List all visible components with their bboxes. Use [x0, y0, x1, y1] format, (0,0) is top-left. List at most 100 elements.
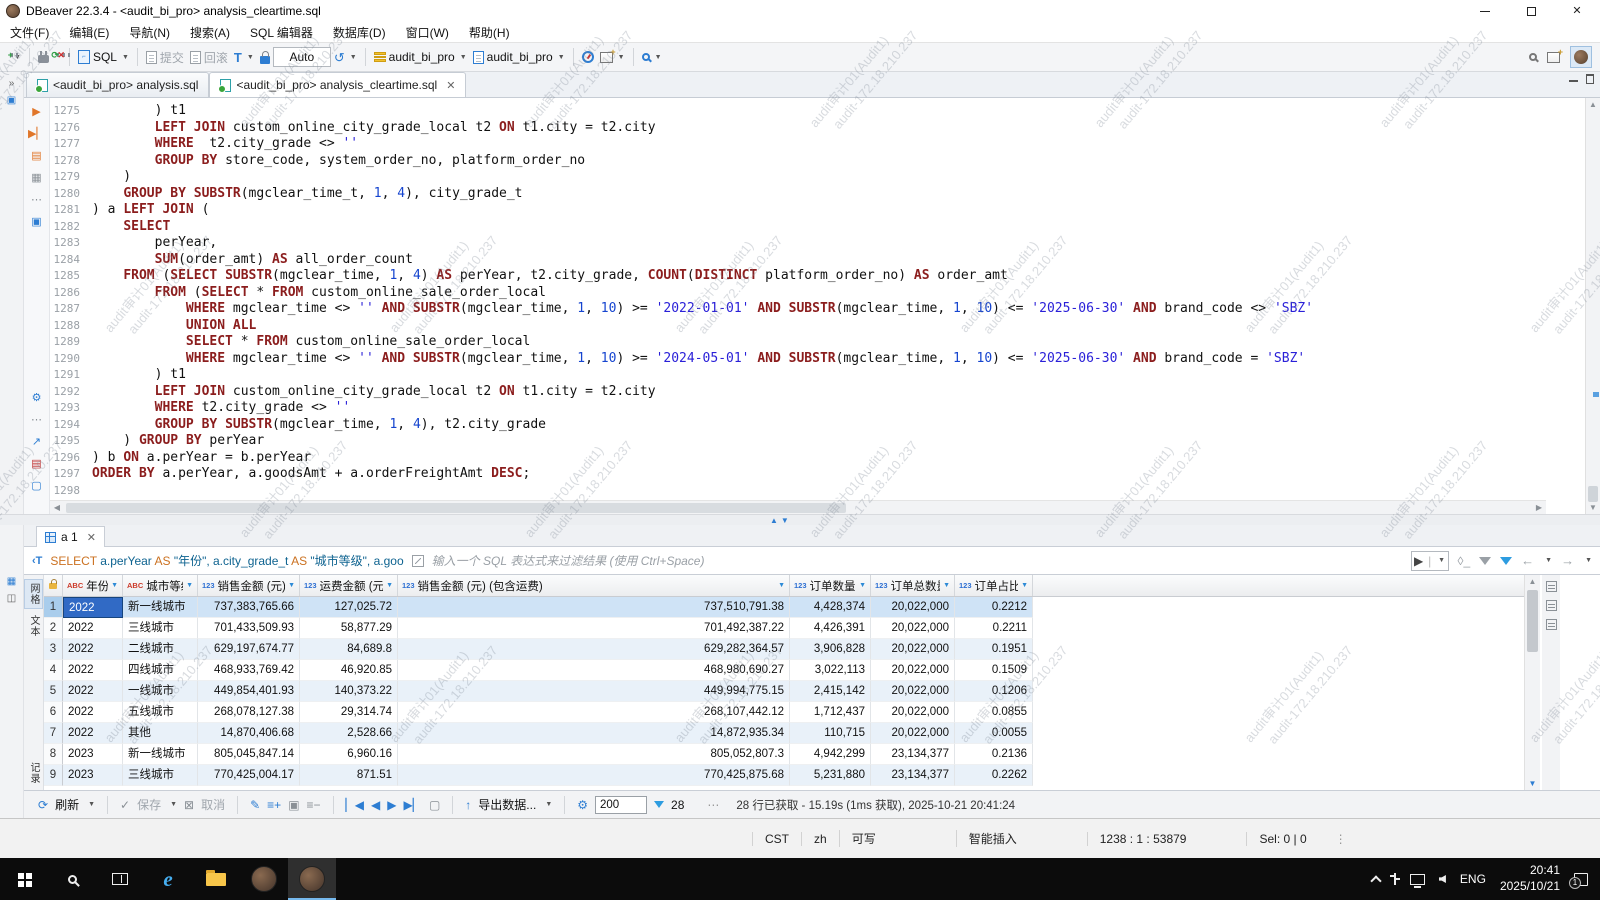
table-cell[interactable]: 468,933,769.42: [198, 660, 300, 681]
explain-plan-icon[interactable]: ▤: [28, 146, 46, 164]
save-icon[interactable]: ✓: [120, 798, 130, 812]
search-button[interactable]: ▼: [639, 45, 665, 69]
execute-statement-icon[interactable]: ▶: [28, 102, 46, 120]
table-cell[interactable]: 0.2211: [955, 618, 1033, 639]
refresh-icon[interactable]: ⟳: [38, 798, 48, 812]
column-dropdown-icon[interactable]: ▼: [859, 582, 866, 589]
table-cell[interactable]: 0.2262: [955, 765, 1033, 786]
table-cell[interactable]: 805,052,807.3: [398, 744, 790, 765]
table-cell[interactable]: 58,877.29: [300, 618, 398, 639]
table-cell[interactable]: 0.2136: [955, 744, 1033, 765]
next-page-icon[interactable]: ▶: [387, 798, 396, 812]
restore-panel-icon[interactable]: »: [4, 78, 20, 89]
column-header[interactable]: 123销售金额 (元) (包含运费)▼: [398, 575, 790, 596]
table-cell[interactable]: 三线城市: [123, 765, 198, 786]
scroll-right-icon[interactable]: ▶: [1532, 501, 1546, 515]
table-row[interactable]: 42022四线城市468,933,769.4246,920.85468,980,…: [44, 660, 1524, 681]
table-cell[interactable]: 629,282,364.57: [398, 639, 790, 660]
column-header[interactable]: ABC城市等级▼: [123, 575, 198, 596]
table-cell[interactable]: 20,022,000: [871, 702, 955, 723]
network-icon[interactable]: [1410, 874, 1425, 885]
maximize-editor-icon[interactable]: [1586, 74, 1594, 84]
internet-explorer-button[interactable]: e: [144, 858, 192, 900]
table-cell[interactable]: 2,415,142: [790, 681, 871, 702]
table-cell[interactable]: 805,045,847.14: [198, 744, 300, 765]
table-cell[interactable]: 2,528.66: [300, 723, 398, 744]
table-row[interactable]: 92023三线城市770,425,004.17871.51770,425,875…: [44, 765, 1524, 786]
row-number[interactable]: 2: [44, 618, 63, 639]
editor-settings-icon[interactable]: ⚙: [28, 388, 46, 406]
scroll-up-icon[interactable]: ▲: [1586, 98, 1600, 111]
result-grid[interactable]: ABC年份▼ABC城市等级▼123销售金额 (元)▼123运费金额 (元)▼12…: [44, 575, 1524, 790]
maximize-button[interactable]: [1508, 0, 1554, 22]
menu-item[interactable]: 编辑(E): [59, 24, 119, 41]
table-cell[interactable]: 20,022,000: [871, 681, 955, 702]
open-view-icon[interactable]: [1547, 52, 1560, 63]
table-cell[interactable]: 737,510,791.38: [398, 597, 790, 618]
close-button[interactable]: ✕: [1554, 0, 1600, 22]
grid-scroll-up-icon[interactable]: ▲: [1525, 575, 1540, 588]
row-number[interactable]: 9: [44, 765, 63, 786]
table-cell[interactable]: 0.2212: [955, 597, 1033, 618]
taskbar-clock[interactable]: 20:41 2025/10/21: [1500, 863, 1560, 894]
scroll-down-icon[interactable]: ▼: [1586, 501, 1600, 514]
connect-button[interactable]: [35, 45, 52, 69]
scroll-left-icon[interactable]: ◀: [50, 501, 64, 515]
table-cell[interactable]: 127,025.72: [300, 597, 398, 618]
column-header[interactable]: 123订单数量▼: [790, 575, 871, 596]
table-cell[interactable]: 4,426,391: [790, 618, 871, 639]
table-cell[interactable]: 2022: [63, 660, 123, 681]
add-row-icon[interactable]: ≡+: [267, 798, 281, 812]
first-page-icon[interactable]: ▏◀: [346, 798, 364, 812]
row-number[interactable]: 3: [44, 639, 63, 660]
nav-forward-icon[interactable]: →: [1561, 553, 1574, 568]
editor-scroll-thumb[interactable]: [1588, 486, 1598, 502]
database-select[interactable]: audit_bi_pro▼: [371, 45, 470, 69]
table-cell[interactable]: 2022: [63, 681, 123, 702]
rail-more2-icon[interactable]: ⋯: [28, 410, 46, 428]
last-page-icon[interactable]: ▶▏: [403, 798, 421, 812]
column-header[interactable]: 123订单占比▼: [955, 575, 1033, 596]
table-row[interactable]: 12022新一线城市737,383,765.66127,025.72737,51…: [44, 597, 1524, 618]
table-cell[interactable]: 2023: [63, 765, 123, 786]
view-tab-text[interactable]: 文本: [26, 615, 41, 637]
table-row[interactable]: 72022其他14,870,406.682,528.6614,872,935.3…: [44, 723, 1524, 744]
table-cell[interactable]: 29,314.74: [300, 702, 398, 723]
column-dropdown-icon[interactable]: ▼: [943, 582, 950, 589]
grid-scroll-thumb[interactable]: [1527, 590, 1538, 652]
table-cell[interactable]: 三线城市: [123, 618, 198, 639]
database-navigator-icon[interactable]: ▣: [4, 95, 20, 106]
dashboard-button[interactable]: [579, 45, 597, 69]
transaction-history-button[interactable]: ↺▼: [331, 45, 360, 69]
table-cell[interactable]: 770,425,875.68: [398, 765, 790, 786]
table-cell[interactable]: 1,712,437: [790, 702, 871, 723]
table-cell[interactable]: 20,022,000: [871, 597, 955, 618]
fetch-size-input[interactable]: 200: [595, 796, 647, 814]
column-dropdown-icon[interactable]: ▼: [186, 582, 193, 589]
status-caret-position[interactable]: 1238 : 1 : 53879: [1087, 832, 1247, 846]
grid-scroll-down-icon[interactable]: ▼: [1525, 777, 1540, 790]
row-number[interactable]: 1: [44, 597, 63, 618]
table-cell[interactable]: 84,689.8: [300, 639, 398, 660]
file-explorer-button[interactable]: [192, 858, 240, 900]
minimize-editor-icon[interactable]: [1569, 80, 1578, 82]
table-cell[interactable]: 0.1509: [955, 660, 1033, 681]
table-cell[interactable]: 140,373.22: [300, 681, 398, 702]
column-dropdown-icon[interactable]: ▼: [1021, 582, 1028, 589]
row-number[interactable]: 4: [44, 660, 63, 681]
editor-hscroll-thumb[interactable]: [66, 503, 846, 513]
table-cell[interactable]: 449,854,401.93: [198, 681, 300, 702]
table-cell[interactable]: 14,870,406.68: [198, 723, 300, 744]
transaction-log-button[interactable]: T▼: [231, 45, 257, 69]
input-language[interactable]: ENG: [1460, 872, 1486, 886]
menu-item[interactable]: 文件(F): [0, 24, 59, 41]
minimize-button[interactable]: [1462, 0, 1508, 22]
table-cell[interactable]: 4,428,374: [790, 597, 871, 618]
table-row[interactable]: 32022二线城市629,197,674.7784,689.8629,282,3…: [44, 639, 1524, 660]
editor-horizontal-scrollbar[interactable]: ◀ ▶: [50, 500, 1546, 514]
script-log-icon[interactable]: ▤: [28, 454, 46, 472]
table-cell[interactable]: 770,425,004.17: [198, 765, 300, 786]
column-header[interactable]: ABC年份▼: [63, 575, 123, 596]
edit-cell-icon[interactable]: ✎: [250, 798, 260, 812]
calc-panel-icon[interactable]: [1546, 600, 1557, 611]
